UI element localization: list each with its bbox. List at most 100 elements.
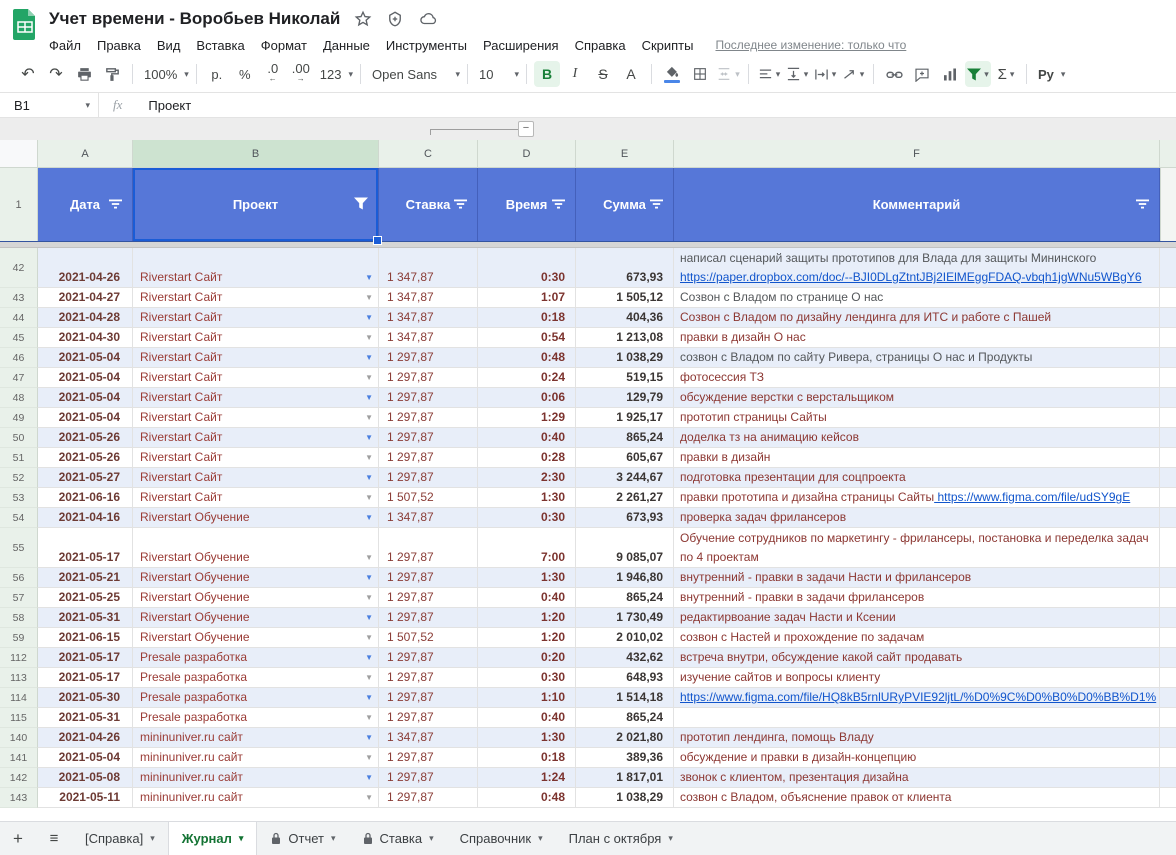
collapse-group-button[interactable]: − [518,121,534,137]
cell-comment[interactable]: подготовка презентации для соцпроекта [674,468,1160,488]
cell-sliver[interactable] [1160,248,1176,288]
cell-comment[interactable]: https://www.figma.com/file/HQ8kB5rnlURyP… [674,688,1160,708]
cell-rate[interactable]: 1 297,87 [379,568,478,588]
cell-comment[interactable]: редактирвоание задач Насти и Ксении [674,608,1160,628]
dropdown-arrow-icon[interactable]: ▼ [365,793,373,802]
formula-input[interactable]: Проект [136,98,191,113]
row-number[interactable]: 53 [0,488,38,508]
cell-project[interactable]: Presale разработка▼ [133,648,379,668]
increase-decimal-button[interactable]: .00→ [288,61,314,87]
redo-button[interactable]: ↷ [43,61,69,87]
menu-extensions[interactable]: Расширения [475,38,567,53]
cell-comment[interactable]: внутренний - правки в задачи фрилансеров [674,588,1160,608]
filter-lines-icon[interactable] [1136,197,1149,212]
menu-tools[interactable]: Инструменты [378,38,475,53]
strikethrough-button[interactable]: S [590,61,616,87]
menu-view[interactable]: Вид [149,38,189,53]
row-number[interactable]: 113 [0,668,38,688]
tab-zhurnal[interactable]: Журнал▾ [168,822,258,855]
cell-sum[interactable]: 2 261,27 [576,488,674,508]
filter-funnel-active-icon[interactable] [354,197,368,212]
header-cell-project[interactable]: Проект [133,168,379,241]
cell-rate[interactable]: 1 297,87 [379,448,478,468]
row-number[interactable]: 57 [0,588,38,608]
tab-spravka[interactable]: [Справка]▾ [72,822,168,855]
row-number[interactable]: 52 [0,468,38,488]
cell-time[interactable]: 1:24 [478,768,576,788]
cell-date[interactable]: 2021-05-04 [38,408,133,428]
cell-date[interactable]: 2021-05-25 [38,588,133,608]
row-number[interactable]: 141 [0,748,38,768]
cell-time[interactable]: 0:18 [478,308,576,328]
insert-link-button[interactable] [881,61,907,87]
dropdown-arrow-icon[interactable]: ▼ [365,273,373,282]
dropdown-arrow-icon[interactable]: ▼ [365,313,373,322]
format-currency-button[interactable]: р. [204,61,230,87]
cell-time[interactable]: 0:48 [478,348,576,368]
cell-time[interactable]: 0:28 [478,448,576,468]
cell-sliver[interactable] [1160,508,1176,528]
tab-stavka[interactable]: Ставка▾ [349,822,447,855]
cell-sliver[interactable] [1160,788,1176,808]
row-number[interactable]: 142 [0,768,38,788]
cell-rate[interactable]: 1 297,87 [379,428,478,448]
vertical-align-button[interactable]: ▾ [784,61,810,87]
cell-sliver[interactable] [1160,488,1176,508]
cell-sum[interactable]: 1 038,29 [576,788,674,808]
cell-project[interactable]: Riverstart Сайт▼ [133,388,379,408]
cell-project[interactable]: mininuniver.ru сайт▼ [133,748,379,768]
cell-time[interactable]: 0:24 [478,368,576,388]
filter-lines-icon[interactable] [650,197,663,212]
tab-spravochnik[interactable]: Справочник▾ [447,822,556,855]
cell-sliver[interactable] [1160,368,1176,388]
cell-rate[interactable]: 1 297,87 [379,668,478,688]
selection-fill-handle[interactable] [373,236,382,245]
cell-sliver[interactable] [1160,748,1176,768]
cell-project[interactable]: Riverstart Сайт▼ [133,468,379,488]
cell-sliver[interactable] [1160,388,1176,408]
dropdown-arrow-icon[interactable]: ▼ [365,433,373,442]
cell-sliver[interactable] [1160,708,1176,728]
fill-color-button[interactable] [659,61,685,87]
cell-rate[interactable]: 1 507,52 [379,488,478,508]
cell-sliver[interactable] [1160,768,1176,788]
cell-rate[interactable]: 1 347,87 [379,248,478,288]
cell-date[interactable]: 2021-05-04 [38,348,133,368]
column-header-a[interactable]: A [38,140,133,167]
dropdown-arrow-icon[interactable]: ▼ [365,413,373,422]
dropdown-arrow-icon[interactable]: ▼ [365,293,373,302]
cell-time[interactable]: 1:07 [478,288,576,308]
undo-button[interactable]: ↶ [15,61,41,87]
cell-project[interactable]: Riverstart Обучение▼ [133,508,379,528]
cell-rate[interactable]: 1 347,87 [379,288,478,308]
cell-comment[interactable]: прототип лендинга, помощь Владу [674,728,1160,748]
header-cell-comment[interactable]: Комментарий [674,168,1160,241]
cell-rate[interactable]: 1 297,87 [379,748,478,768]
cell-sum[interactable]: 3 244,67 [576,468,674,488]
row-number[interactable]: 49 [0,408,38,428]
cell-time[interactable]: 7:00 [478,528,576,568]
cell-rate[interactable]: 1 347,87 [379,308,478,328]
cell-project[interactable]: Riverstart Сайт▼ [133,448,379,468]
header-cell-time[interactable]: Время [478,168,576,241]
cell-sum[interactable]: 1 817,01 [576,768,674,788]
row-number[interactable]: 45 [0,328,38,348]
cell-date[interactable]: 2021-05-17 [38,528,133,568]
tab-otchet[interactable]: Отчет▾ [257,822,348,855]
row-number[interactable]: 47 [0,368,38,388]
filter-lines-icon[interactable] [109,197,122,212]
row-number[interactable]: 115 [0,708,38,728]
cell-sliver[interactable] [1160,308,1176,328]
cell-comment[interactable]: внутренний - правки в задачи Насти и фри… [674,568,1160,588]
comment-link[interactable]: https://www.figma.com/file/udSY9gE [934,490,1130,504]
cell-project[interactable]: Riverstart Сайт▼ [133,428,379,448]
row-number[interactable]: 56 [0,568,38,588]
cell-comment[interactable]: фотосессия ТЗ [674,368,1160,388]
cell-sliver[interactable] [1160,648,1176,668]
menu-data[interactable]: Данные [315,38,378,53]
cell-sum[interactable]: 1 505,12 [576,288,674,308]
cell-sum[interactable]: 865,24 [576,588,674,608]
cell-date[interactable]: 2021-05-31 [38,708,133,728]
cell-comment[interactable]: Обучение сотрудников по маркетингу - фри… [674,528,1160,568]
cell-rate[interactable]: 1 297,87 [379,348,478,368]
